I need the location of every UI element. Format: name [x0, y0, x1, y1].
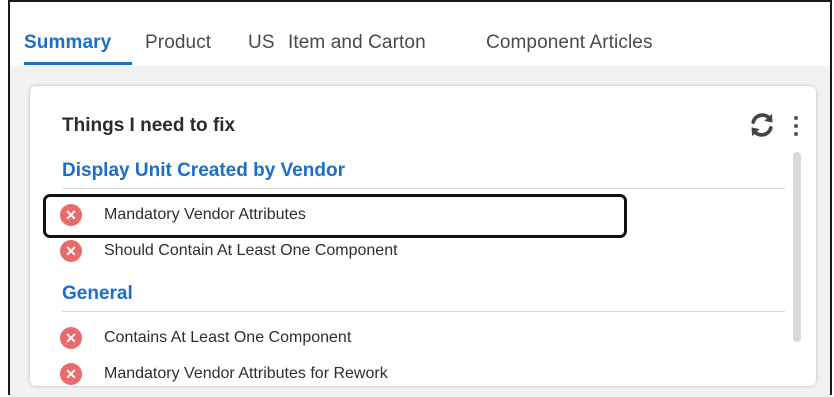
tab-component-articles[interactable]: Component Articles: [486, 32, 653, 54]
error-x-icon: ✕: [60, 240, 82, 262]
error-x-icon: ✕: [60, 327, 82, 349]
vertical-ellipsis-icon[interactable]: [788, 112, 804, 140]
item-label: Contains At Least One Component: [104, 329, 352, 346]
section-divider: [62, 311, 785, 312]
tab-summary[interactable]: Summary: [24, 32, 111, 54]
tab-product[interactable]: Product: [145, 32, 211, 54]
item-label: Mandatory Vendor Attributes for Rework: [104, 365, 388, 382]
tab-item-and-carton[interactable]: Item and Carton: [288, 32, 426, 54]
item-label: Mandatory Vendor Attributes: [104, 206, 306, 223]
error-x-icon: ✕: [60, 363, 82, 385]
section-divider: [62, 188, 785, 189]
error-x-icon: ✕: [60, 204, 82, 226]
active-tab-indicator: [24, 62, 132, 65]
tab-us[interactable]: US: [248, 32, 275, 54]
section-title-general[interactable]: General: [62, 283, 133, 305]
scrollbar-thumb[interactable]: [793, 152, 801, 342]
tab-bar: Summary Product US Item and Carton Compo…: [10, 2, 830, 67]
card-title: Things I need to fix: [62, 115, 236, 136]
refresh-icon[interactable]: [748, 111, 776, 139]
item-label: Should Contain At Least One Component: [104, 242, 398, 259]
things-to-fix-card: Things I need to fix Display Unit Create…: [30, 86, 816, 386]
section-title-display-unit[interactable]: Display Unit Created by Vendor: [62, 160, 345, 182]
